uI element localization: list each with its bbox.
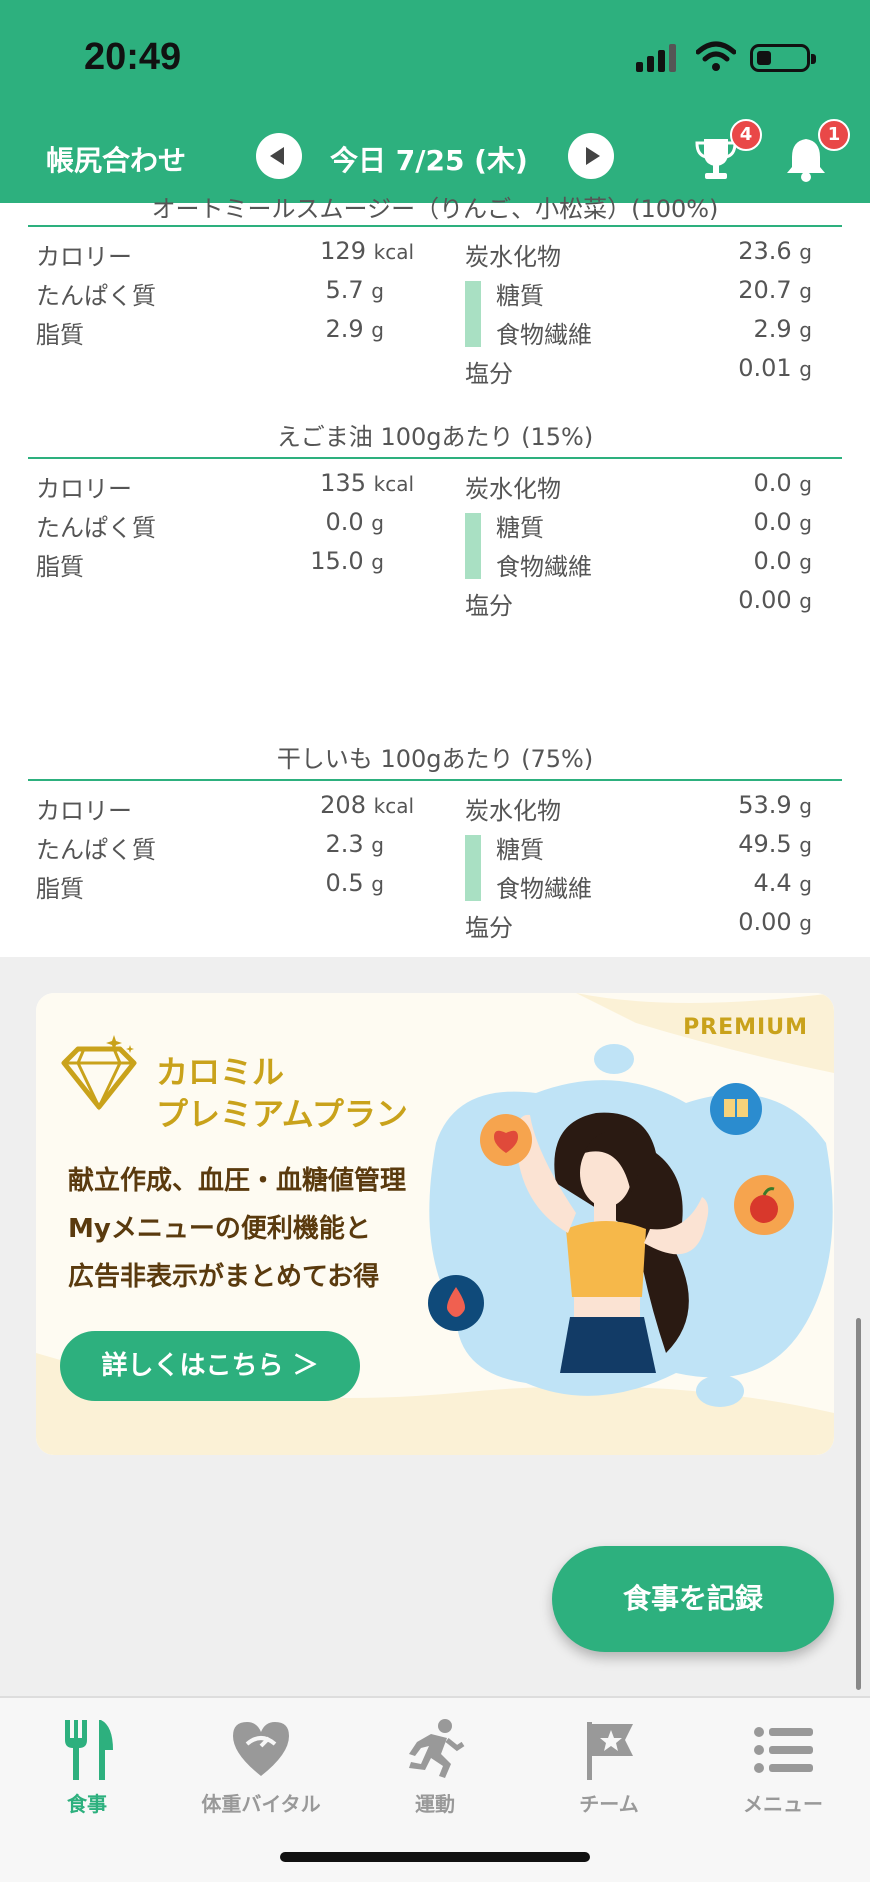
carbs-label: 炭水化物	[465, 243, 561, 271]
fiber-label: 食物繊維	[496, 875, 592, 903]
food-title: 干しいも 100gあたり (75%)	[276, 745, 594, 773]
fat-label: 脂質	[36, 553, 84, 581]
chevron-left-icon	[270, 147, 284, 165]
sugar-label: 糖質	[496, 282, 544, 310]
heart-scale-icon	[233, 1722, 289, 1776]
fat-label: 脂質	[36, 875, 84, 903]
plan-description: 献立作成、血圧・血糖値管理 Myメニューの便利機能と 広告非表示がまとめてお得	[68, 1166, 407, 1292]
plan-title: カロミル プレミアムプラン	[156, 1053, 408, 1133]
scrollbar[interactable]	[856, 1318, 861, 1690]
runner-icon	[409, 1719, 465, 1778]
calorie-value: 129 kcal	[320, 237, 414, 265]
sub-nutrient-bar	[465, 835, 481, 901]
sugar-value: 0.0 g	[753, 508, 812, 536]
list-icon	[754, 1727, 813, 1773]
fiber-label: 食物繊維	[496, 321, 592, 349]
calorie-value: 208 kcal	[320, 791, 414, 819]
status-time: 20:49	[84, 36, 182, 78]
food-title: えごま油 100gあたり (15%)	[276, 423, 594, 451]
wifi-icon	[696, 41, 736, 71]
fiber-label: 食物繊維	[496, 553, 592, 581]
carbs-value: 23.6 g	[738, 237, 812, 265]
calorie-label: カロリー	[36, 243, 132, 271]
sub-nutrient-bar	[465, 513, 481, 579]
woman-illustration	[428, 1083, 794, 1373]
flag-icon	[587, 1722, 633, 1780]
salt-label: 塩分	[465, 914, 513, 942]
sugar-value: 49.5 g	[738, 830, 812, 858]
food-item[interactable]: 干しいも 100gあたり (75%) カロリー 208 kcal たんぱく質 2…	[0, 723, 870, 957]
calorie-value: 135 kcal	[320, 469, 414, 497]
home-indicator[interactable]	[280, 1852, 590, 1862]
tab-weight-vital[interactable]: 体重バイタル	[174, 1708, 348, 1818]
battery-icon	[750, 44, 816, 72]
fat-value: 0.5 g	[325, 869, 384, 897]
sugar-value: 20.7 g	[738, 276, 812, 304]
record-meal-button[interactable]: 食事を記録	[552, 1546, 834, 1652]
status-bar: 20:49	[0, 0, 870, 115]
premium-banner[interactable]: PREMIUM カロミル プレミアムプラン 献立作成、血圧・血糖値管理 Myメニ…	[36, 993, 834, 1455]
trophy-badge: 4	[730, 119, 762, 151]
calorie-label: カロリー	[36, 475, 132, 503]
protein-label: たんぱく質	[36, 836, 156, 864]
divider	[28, 225, 842, 227]
salt-label: 塩分	[465, 592, 513, 620]
divider	[28, 457, 842, 459]
date-label[interactable]: 今日 7/25 (木)	[330, 139, 528, 179]
tab-exercise[interactable]: 運動	[348, 1708, 522, 1818]
protein-value: 5.7 g	[325, 276, 384, 304]
details-button[interactable]: 詳しくはこちら ＞	[60, 1331, 360, 1401]
food-title: オートミールスムージー（りんご、小松菜）(100%)	[151, 195, 719, 223]
fiber-value: 4.4 g	[753, 869, 812, 897]
sugar-label: 糖質	[496, 514, 544, 542]
protein-value: 2.3 g	[325, 830, 384, 858]
fat-label: 脂質	[36, 321, 84, 349]
next-day-button[interactable]	[568, 133, 614, 179]
carbs-value: 53.9 g	[738, 791, 812, 819]
sub-nutrient-bar	[465, 281, 481, 347]
bell-badge: 1	[818, 119, 850, 151]
nav-title[interactable]: 帳尻合わせ	[46, 139, 186, 179]
signal-icon	[636, 44, 680, 72]
chevron-right-icon	[586, 147, 600, 165]
divider	[28, 779, 842, 781]
fat-value: 15.0 g	[310, 547, 384, 575]
fat-value: 2.9 g	[325, 315, 384, 343]
protein-label: たんぱく質	[36, 514, 156, 542]
protein-label: たんぱく質	[36, 282, 156, 310]
prev-day-button[interactable]	[256, 133, 302, 179]
tab-meal[interactable]: 食事	[0, 1708, 174, 1818]
tab-team[interactable]: チーム	[522, 1708, 696, 1818]
carbs-value: 0.0 g	[753, 469, 812, 497]
diamond-icon	[61, 1035, 137, 1111]
protein-value: 0.0 g	[325, 508, 384, 536]
tab-menu[interactable]: メニュー	[696, 1708, 870, 1818]
carbs-label: 炭水化物	[465, 475, 561, 503]
calorie-label: カロリー	[36, 797, 132, 825]
salt-value: 0.00 g	[738, 586, 812, 614]
fiber-value: 0.0 g	[753, 547, 812, 575]
salt-label: 塩分	[465, 360, 513, 388]
salt-value: 0.00 g	[738, 908, 812, 936]
sugar-label: 糖質	[496, 836, 544, 864]
salt-value: 0.01 g	[738, 354, 812, 382]
fork-knife-icon	[65, 1720, 113, 1780]
fiber-value: 2.9 g	[753, 315, 812, 343]
carbs-label: 炭水化物	[465, 797, 561, 825]
